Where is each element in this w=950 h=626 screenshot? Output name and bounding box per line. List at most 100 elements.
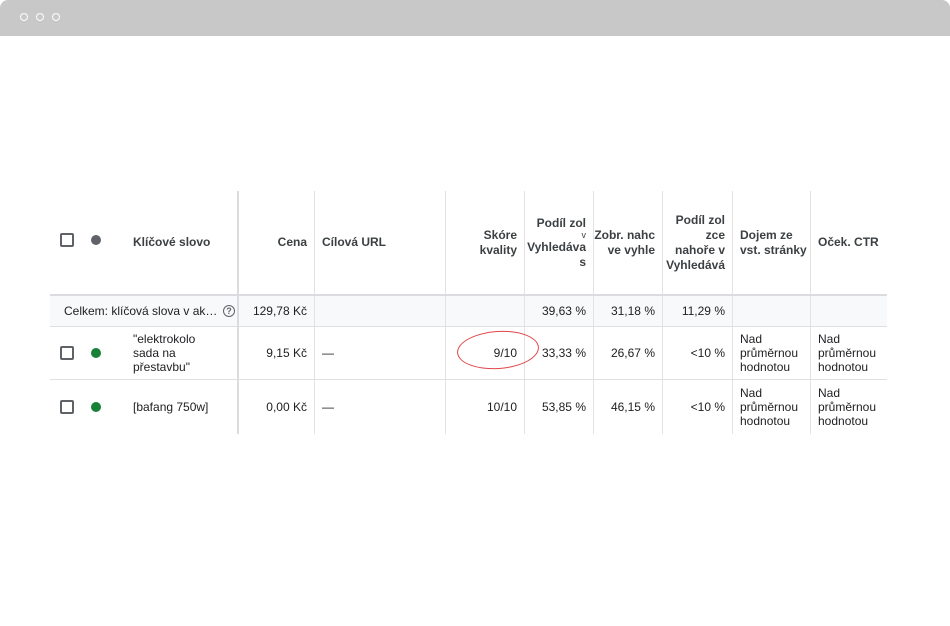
total-cost: 129,78 Kč bbox=[238, 296, 314, 326]
total-impression-share-value: 39,63 % bbox=[541, 304, 586, 318]
text-line: hodnotou bbox=[818, 360, 869, 374]
text-line: hodnotou bbox=[740, 414, 791, 428]
window-close-dot[interactable] bbox=[20, 13, 28, 21]
status-column-icon bbox=[91, 235, 101, 245]
expected-ctr-cell: Nad průměrnou hodnotou bbox=[811, 327, 887, 379]
header-expected-ctr-label: Oček. CTR bbox=[818, 235, 879, 249]
quality-score-value: 10/10 bbox=[486, 400, 517, 414]
text-line: průměrnou bbox=[740, 400, 799, 414]
header-impression-share-label: Podíl zol v Vyhledáva s bbox=[527, 216, 586, 270]
header-text-line: Vyhledáva bbox=[527, 239, 586, 254]
top-impression-share-value: <10 % bbox=[690, 346, 725, 360]
top-impression-share-cell: <10 % bbox=[663, 327, 732, 379]
total-top-impressions-value: 31,18 % bbox=[610, 304, 655, 318]
header-quality-score-label: Skóre kvality bbox=[480, 228, 517, 258]
header-cost-label: Cena bbox=[277, 235, 307, 249]
header-text-line: nahoře v bbox=[674, 242, 725, 257]
top-impression-share-cell: <10 % bbox=[663, 380, 732, 434]
window-maximize-dot[interactable] bbox=[52, 13, 60, 21]
header-top-impression-share[interactable]: Podíl zol zce nahoře v Vyhledává bbox=[663, 191, 732, 294]
total-cost-value: 129,78 Kč bbox=[252, 304, 307, 318]
top-impressions-value: 26,67 % bbox=[610, 346, 655, 360]
keyword-cell[interactable]: [bafang 750w] bbox=[126, 380, 236, 434]
cost-value: 0,00 Kč bbox=[266, 400, 307, 414]
text-line: Nad bbox=[818, 386, 841, 400]
header-text-line: v bbox=[581, 229, 587, 240]
top-impressions-cell: 46,15 % bbox=[594, 380, 662, 434]
header-landing-page-experience-label: Dojem ze vst. stránky bbox=[740, 228, 807, 258]
header-final-url[interactable]: Cílová URL bbox=[315, 191, 445, 294]
text-line: Nad bbox=[740, 386, 763, 400]
text-line: hodnotou bbox=[818, 414, 869, 428]
final-url-cell[interactable]: — bbox=[315, 380, 445, 434]
total-label-text: Celkem: klíčová slova v ak… bbox=[64, 304, 218, 318]
final-url-value: — bbox=[322, 346, 334, 360]
keyword-text-line: "elektrokolo bbox=[133, 332, 196, 346]
header-text-line: Dojem ze bbox=[740, 227, 793, 242]
header-text-line: Podíl zol bbox=[536, 215, 586, 230]
total-impression-share: 39,63 % bbox=[525, 296, 593, 326]
header-quality-score[interactable]: Skóre kvality bbox=[446, 191, 524, 294]
header-text-line: kvality bbox=[479, 242, 517, 257]
help-icon[interactable]: ? bbox=[223, 305, 235, 317]
keyword-text[interactable]: [bafang 750w] bbox=[133, 400, 208, 414]
select-all-checkbox[interactable] bbox=[60, 233, 74, 247]
status-enabled-icon bbox=[91, 348, 101, 358]
landing-page-experience-value: Nad průměrnou hodnotou bbox=[740, 332, 798, 374]
top-impressions-cell: 26,67 % bbox=[594, 327, 662, 379]
landing-page-experience-cell: Nad průměrnou hodnotou bbox=[733, 380, 810, 434]
cost-cell: 9,15 Kč bbox=[238, 327, 314, 379]
cost-value: 9,15 Kč bbox=[266, 346, 307, 360]
window-minimize-dot[interactable] bbox=[36, 13, 44, 21]
impression-share-value: 33,33 % bbox=[541, 346, 586, 360]
header-text-line: Podíl zol bbox=[675, 212, 725, 227]
impression-share-value: 53,85 % bbox=[541, 400, 586, 414]
expected-ctr-value: Nad průměrnou hodnotou bbox=[818, 332, 876, 374]
keyword-text-line: přestavbu" bbox=[133, 360, 190, 374]
text-line: průměrnou bbox=[818, 400, 877, 414]
header-text-line: s bbox=[579, 254, 586, 269]
header-final-url-label: Cílová URL bbox=[322, 235, 387, 249]
header-landing-page-experience[interactable]: Dojem ze vst. stránky bbox=[733, 191, 810, 294]
window-titlebar bbox=[0, 0, 950, 36]
header-top-impressions[interactable]: Zobr. nahc ve vyhle bbox=[594, 191, 662, 294]
keyword-text-line: sada na bbox=[133, 346, 176, 360]
row-checkbox[interactable] bbox=[60, 400, 74, 414]
total-top-impressions: 31,18 % bbox=[594, 296, 662, 326]
total-top-impression-share: 11,29 % bbox=[663, 296, 732, 326]
header-text-line: Skóre bbox=[483, 227, 517, 242]
landing-page-experience-cell: Nad průměrnou hodnotou bbox=[733, 327, 810, 379]
keyword-text[interactable]: "elektrokolo sada na přestavbu" bbox=[133, 332, 195, 374]
text-line: Nad bbox=[740, 332, 763, 346]
expected-ctr-value: Nad průměrnou hodnotou bbox=[818, 386, 876, 428]
header-text-line: zce bbox=[705, 227, 725, 242]
header-top-impression-share-label: Podíl zol zce nahoře v Vyhledává bbox=[666, 213, 725, 273]
header-text-line: Vyhledává bbox=[666, 257, 725, 272]
text-line: průměrnou bbox=[818, 346, 877, 360]
header-text-line: ve vyhle bbox=[607, 242, 655, 257]
top-impressions-value: 46,15 % bbox=[610, 400, 655, 414]
expected-ctr-cell: Nad průměrnou hodnotou bbox=[811, 380, 887, 434]
row-checkbox[interactable] bbox=[60, 346, 74, 360]
top-impression-share-value: <10 % bbox=[690, 400, 725, 414]
total-row-label: Celkem: klíčová slova v ak… bbox=[64, 296, 234, 326]
text-line: hodnotou bbox=[740, 360, 791, 374]
keyword-table: Klíčové slovo Cena Cílová URL Skóre kval… bbox=[50, 191, 887, 434]
final-url-cell[interactable]: — bbox=[315, 327, 445, 379]
header-expected-ctr[interactable]: Oček. CTR bbox=[811, 191, 887, 294]
impression-share-cell: 53,85 % bbox=[525, 380, 593, 434]
cost-cell: 0,00 Kč bbox=[238, 380, 314, 434]
header-impression-share[interactable]: Podíl zol v Vyhledáva s bbox=[525, 191, 593, 294]
final-url-value: — bbox=[322, 400, 334, 414]
header-keyword-label: Klíčové slovo bbox=[133, 235, 211, 249]
header-top-impressions-label: Zobr. nahc ve vyhle bbox=[594, 228, 655, 258]
text-line: průměrnou bbox=[740, 346, 799, 360]
header-cost[interactable]: Cena bbox=[238, 191, 314, 294]
quality-score-cell: 10/10 bbox=[446, 380, 524, 434]
keyword-cell[interactable]: "elektrokolo sada na přestavbu" bbox=[126, 327, 236, 379]
total-top-impression-share-value: 11,29 % bbox=[681, 304, 725, 318]
header-keyword[interactable]: Klíčové slovo bbox=[126, 191, 236, 294]
header-text-line: Zobr. nahc bbox=[594, 227, 655, 242]
header-text-line: vst. stránky bbox=[740, 242, 807, 257]
landing-page-experience-value: Nad průměrnou hodnotou bbox=[740, 386, 798, 428]
